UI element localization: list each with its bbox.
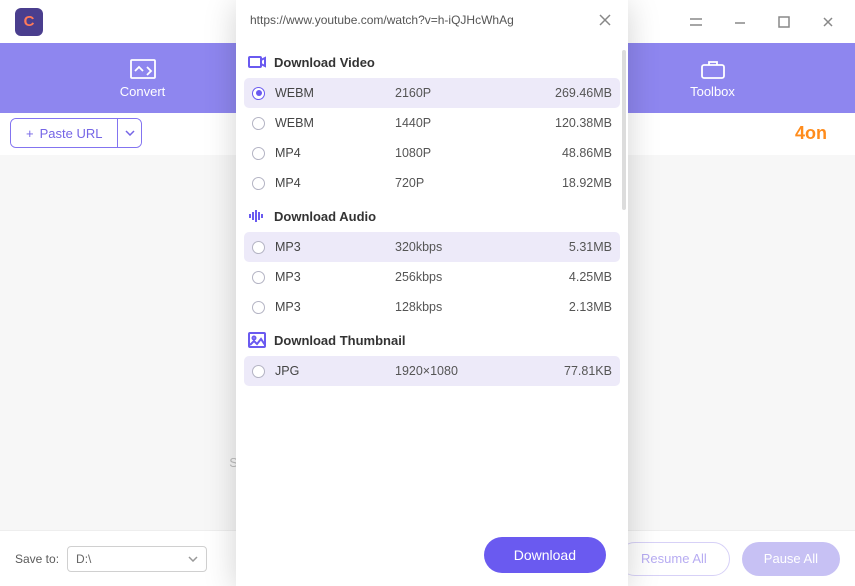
nav-label-toolbox: Toolbox [690, 84, 735, 99]
nav-item-convert[interactable]: Convert [93, 58, 193, 99]
video-icon [248, 54, 266, 70]
radio-unselected [252, 271, 265, 284]
paste-url-dropdown[interactable] [117, 119, 141, 147]
section-header-video: Download Video [244, 44, 620, 78]
brand-logo: 4on [795, 123, 845, 144]
app-logo: C [15, 8, 43, 36]
paste-url-label: Paste URL [40, 126, 103, 141]
radio-unselected [252, 365, 265, 378]
scrollbar[interactable] [622, 50, 626, 210]
paste-url-button[interactable]: + Paste URL [11, 119, 117, 147]
window-controls [689, 15, 845, 29]
save-path-select[interactable]: D:\ [67, 546, 207, 572]
menu-icon[interactable] [689, 15, 703, 29]
radio-unselected [252, 177, 265, 190]
close-icon[interactable] [821, 15, 835, 29]
radio-unselected [252, 301, 265, 314]
modal-close-button[interactable] [596, 11, 614, 29]
section-header-thumb: Download Thumbnail [244, 322, 620, 356]
thumb-option-row[interactable]: JPG 1920×1080 77.81KB [244, 356, 620, 386]
video-option-row[interactable]: MP4 720P 18.92MB [244, 168, 620, 198]
section-title-thumb: Download Thumbnail [274, 333, 405, 348]
save-path-value: D:\ [76, 552, 91, 566]
section-title-audio: Download Audio [274, 209, 376, 224]
modal-header: https://www.youtube.com/watch?v=h-iQJHcW… [236, 0, 628, 40]
radio-unselected [252, 147, 265, 160]
modal-body: Download Video WEBM 2160P 269.46MB WEBM … [236, 40, 628, 524]
paste-url-group: + Paste URL [10, 118, 142, 148]
download-button[interactable]: Download [484, 537, 606, 573]
modal-footer: Download [236, 524, 628, 586]
plus-icon: + [26, 126, 34, 141]
toolbox-icon [699, 58, 727, 80]
section-header-audio: Download Audio [244, 198, 620, 232]
audio-option-row[interactable]: MP3 128kbps 2.13MB [244, 292, 620, 322]
audio-icon [248, 208, 266, 224]
minimize-icon[interactable] [733, 15, 747, 29]
url-display: https://www.youtube.com/watch?v=h-iQJHcW… [250, 13, 586, 27]
maximize-icon[interactable] [777, 15, 791, 29]
pause-all-button[interactable]: Pause All [742, 542, 840, 576]
audio-option-row[interactable]: MP3 256kbps 4.25MB [244, 262, 620, 292]
download-options-modal: https://www.youtube.com/watch?v=h-iQJHcW… [236, 0, 628, 586]
chevron-down-icon [125, 130, 135, 136]
resume-all-button[interactable]: Resume All [618, 542, 730, 576]
convert-icon [129, 58, 157, 80]
video-option-row[interactable]: WEBM 1440P 120.38MB [244, 108, 620, 138]
nav-label-convert: Convert [120, 84, 166, 99]
radio-unselected [252, 241, 265, 254]
radio-unselected [252, 117, 265, 130]
save-to-label: Save to: [15, 552, 59, 566]
image-icon [248, 332, 266, 348]
section-title-video: Download Video [274, 55, 375, 70]
chevron-down-icon [188, 556, 198, 562]
radio-selected [252, 87, 265, 100]
video-option-row[interactable]: WEBM 2160P 269.46MB [244, 78, 620, 108]
audio-option-row[interactable]: MP3 320kbps 5.31MB [244, 232, 620, 262]
nav-item-toolbox[interactable]: Toolbox [663, 58, 763, 99]
video-option-row[interactable]: MP4 1080P 48.86MB [244, 138, 620, 168]
